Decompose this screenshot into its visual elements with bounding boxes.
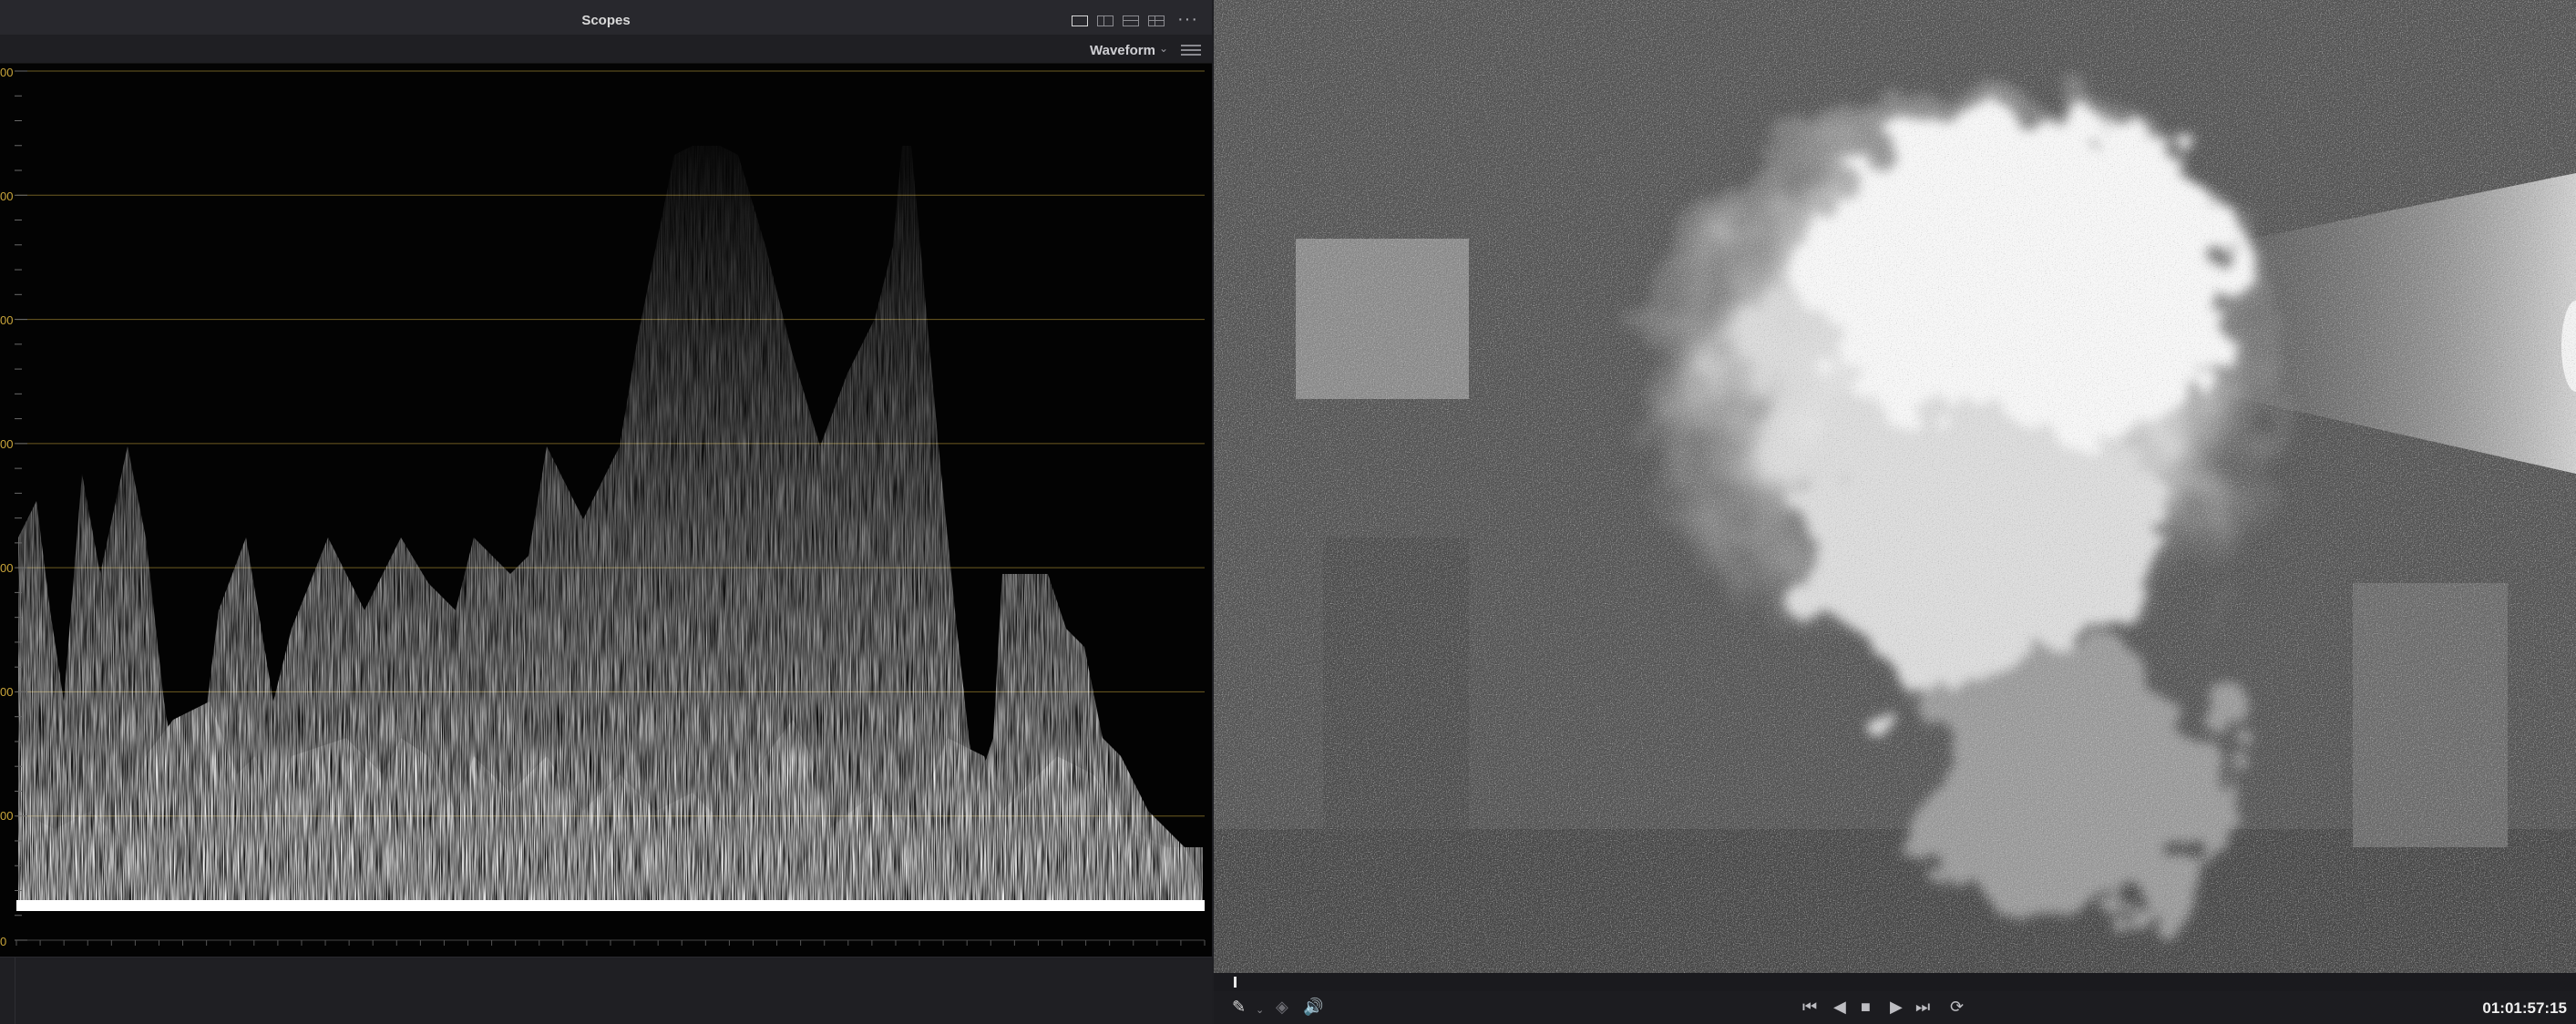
scale-label: 00 bbox=[0, 685, 14, 699]
speaker bbox=[2353, 583, 2508, 847]
timeline-scrubber[interactable] bbox=[1214, 973, 2576, 991]
timecode-display: 01:01:57:15 bbox=[2482, 999, 2567, 1017]
play-reverse-icon[interactable]: ◀ bbox=[1833, 997, 1846, 1017]
skip-to-end-icon[interactable]: ⏭ bbox=[1915, 997, 1930, 1017]
single-layout-icon[interactable] bbox=[1072, 15, 1088, 26]
dual-layout-icon[interactable] bbox=[1097, 15, 1114, 26]
volume-icon[interactable]: 🔊 bbox=[1303, 997, 1323, 1017]
loop-icon[interactable]: ⟳ bbox=[1950, 997, 1964, 1017]
more-options-icon[interactable]: ··· bbox=[1177, 9, 1198, 30]
wall-panel bbox=[1296, 239, 1469, 399]
waveform-display: 00 00 00 00 00 00 00 0 bbox=[0, 64, 1212, 957]
scopes-panel: Scopes ··· Waveform ⌄ 00 00 00 00 00 00 … bbox=[0, 0, 1212, 1024]
scale-label: 00 bbox=[0, 437, 14, 451]
waveform-graph bbox=[15, 70, 1206, 946]
triple-layout-icon[interactable] bbox=[1123, 15, 1139, 26]
playhead[interactable] bbox=[1234, 977, 1237, 988]
video-frame bbox=[1214, 0, 2576, 973]
scale-label: 00 bbox=[0, 313, 14, 327]
color-picker-icon[interactable]: ✎ bbox=[1232, 997, 1246, 1017]
quad-layout-icon[interactable] bbox=[1148, 15, 1165, 26]
scope-type-dropdown[interactable]: Waveform bbox=[1090, 43, 1155, 58]
layers-icon[interactable]: ◈ bbox=[1276, 997, 1288, 1017]
scale-label: 0 bbox=[0, 935, 7, 948]
waveform-trace bbox=[18, 146, 1203, 911]
chevron-down-icon[interactable]: ⌄ bbox=[1159, 42, 1168, 55]
scale-label: 00 bbox=[0, 66, 14, 79]
skip-to-start-icon[interactable]: ⏮ bbox=[1802, 997, 1817, 1017]
chevron-down-icon[interactable]: ⌄ bbox=[1256, 1000, 1264, 1020]
scopes-toolbar: Waveform ⌄ bbox=[0, 35, 1212, 64]
black-level-band bbox=[16, 900, 1205, 911]
scale-label: 00 bbox=[0, 809, 14, 823]
scopes-title: Scopes bbox=[581, 13, 631, 28]
scopes-footer bbox=[0, 957, 1212, 1024]
scale-label: 00 bbox=[0, 561, 14, 575]
transport-bar: ✎ ⌄ ◈ 🔊 ⏮ ◀ ■ ▶ ⏭ ⟳ 01:01:57:15 bbox=[1214, 991, 2576, 1024]
viewer-frame[interactable] bbox=[1214, 0, 2576, 973]
scope-settings-icon[interactable] bbox=[1181, 42, 1201, 56]
stop-icon[interactable]: ■ bbox=[1861, 997, 1871, 1017]
play-icon[interactable]: ▶ bbox=[1890, 997, 1903, 1017]
scale-label: 00 bbox=[0, 189, 14, 203]
